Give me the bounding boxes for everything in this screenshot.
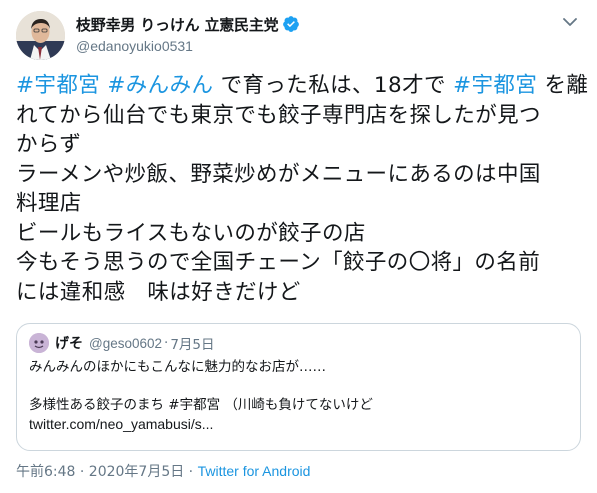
quoted-link[interactable]: twitter.com/neo_yamabusi/s... — [29, 415, 568, 434]
tweet-client-link[interactable]: Twitter for Android — [198, 463, 311, 479]
avatar[interactable] — [16, 11, 65, 60]
tweet-text-segment: を離 — [537, 73, 589, 98]
quoted-display-name[interactable]: げそ — [55, 333, 83, 353]
tweet-text-segment: で育った私は、18才で — [213, 73, 454, 98]
tweet-meta: 午前6:48 · 2020年7月5日 · Twitter for Android — [16, 461, 310, 481]
tweet-text-line: れてから仙台でも東京でも餃子専門店を探したが見つ — [16, 101, 581, 131]
tweet-text-line: ビールもライスもないのが餃子の店 — [16, 219, 581, 249]
tweet-text-segment: ビールもライスもないのが餃子の店 — [16, 220, 366, 246]
author-block: 枝野幸男 りっけん 立憲民主党 @edanoyukio0531 — [76, 13, 300, 54]
quoted-text-line: みんみんのほかにもこんなに魅力的なお店が…… — [29, 359, 326, 375]
tweet-text-line: #宇都宮 #みんみん で育った私は、18才で #宇都宮 を離 — [16, 71, 588, 101]
tweet-text-line: ラーメンや炒飯、野菜炒めがメニューにあるのは中国 — [16, 160, 581, 190]
quoted-date[interactable]: 7月5日 — [170, 333, 214, 353]
quoted-avatar[interactable] — [29, 333, 49, 353]
quoted-tweet-body: みんみんのほかにもこんなに魅力的なお店が…… 多様性ある餃子のまち #宇都宮 （… — [29, 358, 568, 434]
tweet-text-segment: からず — [16, 132, 82, 157]
quoted-text-line: 多様性ある餃子のまち #宇都宮 （川崎も負けてないけど — [29, 397, 373, 413]
tweet-text-line: からず — [16, 130, 581, 160]
tweet-text-segment: 料理店 — [16, 191, 82, 216]
tweet-text-line: には違和感 味は好きだけど — [16, 278, 581, 308]
quoted-tweet[interactable]: げそ @geso0602 · 7月5日 みんみんのほかにもこんなに魅力的なお店が… — [16, 323, 581, 451]
tweet-text-segment: ラーメンや炒飯、野菜炒めがメニューにあるのは中国 — [16, 161, 541, 187]
tweet-timestamp[interactable]: 午前6:48 · 2020年7月5日 · — [16, 464, 198, 480]
quoted-separator: · — [164, 335, 169, 351]
chevron-down-icon[interactable] — [559, 13, 581, 31]
quoted-blank-line — [29, 377, 568, 396]
tweet-card: 枝野幸男 りっけん 立憲民主党 @edanoyukio0531 #宇都宮 #みん… — [0, 0, 597, 493]
tweet-text-segment: には違和感 味は好きだけど — [16, 279, 301, 305]
tweet-text: #宇都宮 #みんみん で育った私は、18才で #宇都宮 を離 れてから仙台でも東京… — [16, 71, 588, 308]
tweet-text-line: 料理店 — [16, 189, 581, 219]
hashtag-link[interactable]: #宇都宮 — [453, 73, 537, 98]
hashtag-link[interactable]: #みんみん — [107, 73, 213, 98]
tweet-text-segment: 今もそう思うので全国チェーン「餃子の〇将」の名前 — [16, 250, 541, 275]
tweet-text-segment: れてから仙台でも東京でも餃子専門店を探したが見つ — [16, 102, 541, 128]
tweet-header: 枝野幸男 りっけん 立憲民主党 @edanoyukio0531 — [16, 11, 581, 61]
quoted-tweet-header: げそ @geso0602 · 7月5日 — [29, 333, 568, 353]
verified-badge-icon — [282, 15, 300, 33]
author-display-name[interactable]: 枝野幸男 りっけん 立憲民主党 — [76, 14, 279, 35]
tweet-text-line: 今もそう思うので全国チェーン「餃子の〇将」の名前 — [16, 248, 581, 278]
hashtag-link[interactable]: #宇都宮 — [16, 73, 100, 98]
quoted-handle[interactable]: @geso0602 — [89, 336, 162, 351]
author-handle[interactable]: @edanoyukio0531 — [76, 38, 300, 54]
name-row: 枝野幸男 りっけん 立憲民主党 — [76, 13, 300, 35]
